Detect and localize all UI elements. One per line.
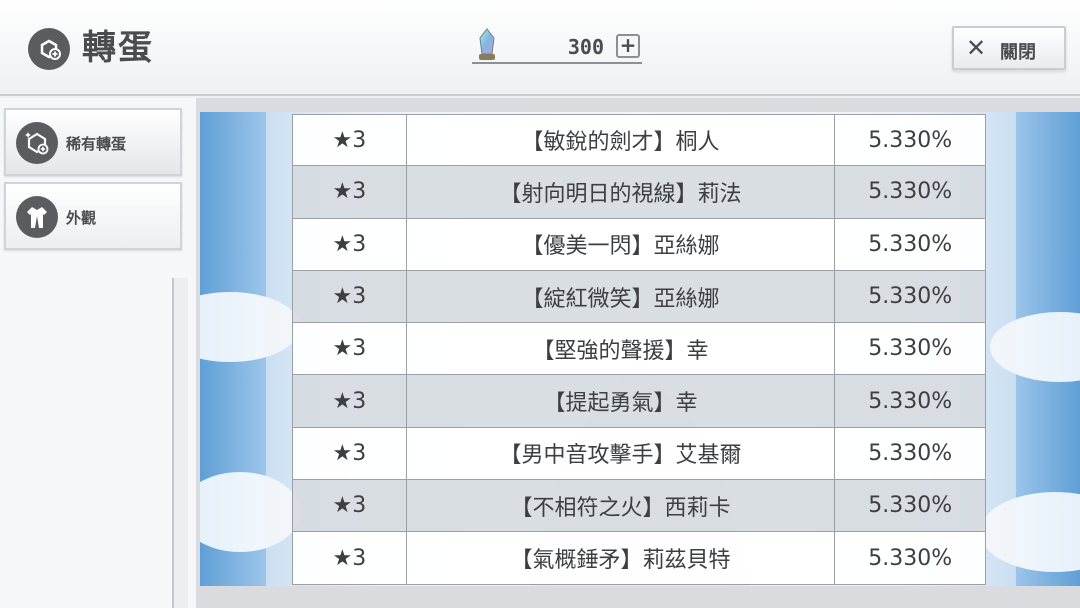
rate-cell: 5.330% [868, 545, 953, 571]
character-name-cell: 【不相符之火】西莉卡 [407, 480, 836, 532]
table-row: ★3 【綻紅微笑】亞絲娜 5.330% [292, 270, 986, 324]
close-label: 關閉 [1000, 42, 1036, 63]
rarity-cell: ★3 [293, 115, 407, 166]
rate-cell: 5.330% [868, 284, 953, 310]
character-name-cell: 【敏銳的劍才】桐人 [407, 115, 836, 166]
rarity-cell: ★3 [293, 166, 407, 218]
add-currency-button[interactable]: + [616, 34, 640, 58]
rare-gacha-icon [16, 122, 58, 164]
header-bar: 轉蛋 300 + ✕ 關閉 [0, 0, 1080, 96]
currency-display: 300 + [472, 26, 642, 64]
character-name-cell: 【氣概錘矛】莉茲貝特 [407, 532, 836, 584]
table-row: ★3 【優美一閃】亞絲娜 5.330% [292, 218, 986, 271]
rate-table: ★3 【敏銳的劍才】桐人 5.330% ★3 【射向明日的視線】莉法 5.330… [292, 114, 986, 585]
sidebar-item-label: 稀有轉蛋 [66, 135, 127, 153]
sidebar-item-label: 外觀 [66, 209, 97, 227]
table-row: ★3 【氣概錘矛】莉茲貝特 5.330% [292, 532, 986, 585]
rate-cell: 5.330% [868, 388, 953, 414]
character-name-cell: 【提起勇氣】幸 [407, 375, 836, 427]
rarity-cell: ★3 [293, 480, 407, 532]
rarity-cell: ★3 [293, 375, 407, 427]
table-row: ★3 【不相符之火】西莉卡 5.330% [292, 480, 986, 533]
sidebar: 稀有轉蛋 外觀 [0, 98, 196, 608]
rate-cell: 5.330% [868, 179, 953, 205]
close-button[interactable]: ✕ 關閉 [952, 26, 1066, 70]
rarity-cell: ★3 [293, 323, 407, 375]
sidebar-item-costume[interactable]: 外觀 [4, 182, 182, 250]
rate-cell: 5.330% [868, 493, 953, 519]
character-name-cell: 【堅強的聲援】幸 [407, 323, 836, 375]
rate-cell: 5.330% [868, 440, 953, 466]
crystal-icon [479, 28, 495, 60]
sidebar-edge [172, 278, 188, 608]
costume-icon [16, 196, 58, 238]
sidebar-item-rare-gacha[interactable]: 稀有轉蛋 [4, 108, 182, 176]
rarity-cell: ★3 [293, 270, 407, 323]
rarity-cell: ★3 [293, 218, 407, 270]
character-name-cell: 【男中音攻擊手】艾基爾 [407, 427, 836, 480]
rarity-cell: ★3 [293, 532, 407, 584]
table-row: ★3 【提起勇氣】幸 5.330% [292, 375, 986, 428]
character-name-cell: 【射向明日的視線】莉法 [407, 166, 836, 218]
page-title: 轉蛋 [82, 28, 154, 68]
character-name-cell: 【綻紅微笑】亞絲娜 [407, 270, 836, 323]
rate-cell: 5.330% [868, 336, 953, 362]
rate-cell: 5.330% [868, 127, 953, 153]
rate-cell: 5.330% [868, 231, 953, 257]
close-icon: ✕ [966, 34, 987, 62]
currency-amount: 300 [567, 35, 604, 59]
table-row: ★3 【敏銳的劍才】桐人 5.330% [292, 114, 986, 167]
gacha-capsule-icon [28, 28, 70, 70]
table-row: ★3 【堅強的聲援】幸 5.330% [292, 323, 986, 376]
table-row: ★3 【男中音攻擊手】艾基爾 5.330% [292, 427, 986, 481]
rarity-cell: ★3 [293, 427, 407, 480]
table-row: ★3 【射向明日的視線】莉法 5.330% [292, 166, 986, 219]
character-name-cell: 【優美一閃】亞絲娜 [407, 218, 836, 270]
